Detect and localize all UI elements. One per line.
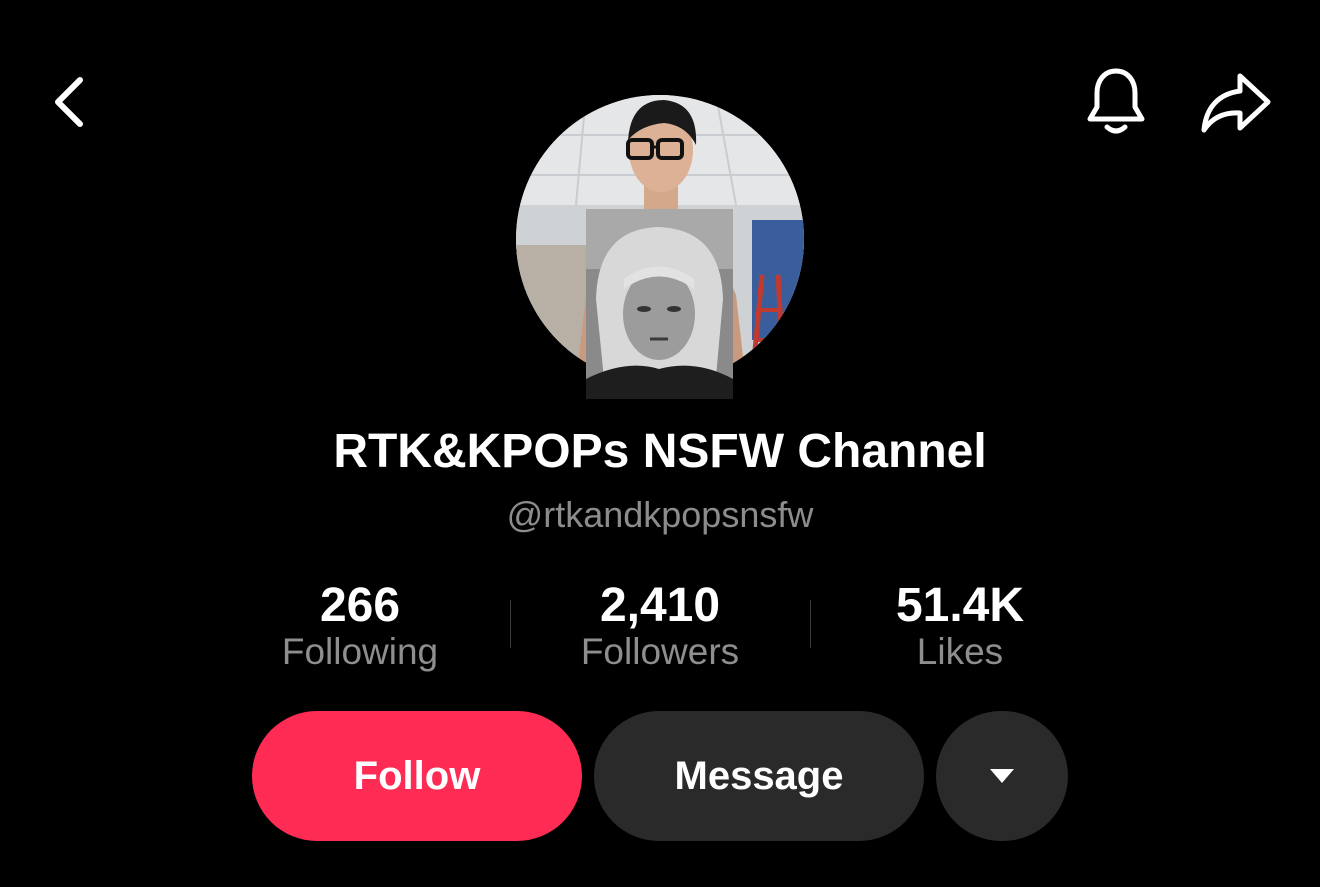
share-arrow-icon	[1201, 73, 1271, 133]
profile-display-name: RTK&KPOPs NSFW Channel	[333, 425, 987, 478]
stat-following-label: Following	[281, 631, 439, 672]
stat-following-value: 266	[319, 579, 401, 632]
more-options-button[interactable]	[936, 711, 1068, 841]
notifications-button[interactable]	[1080, 64, 1152, 140]
share-button[interactable]	[1196, 64, 1276, 140]
chevron-left-icon	[55, 77, 83, 127]
follow-button[interactable]: Follow	[252, 711, 582, 841]
stat-likes-label: Likes	[916, 631, 1004, 672]
stat-likes-value: 51.4K	[895, 579, 1025, 632]
message-button[interactable]: Message	[594, 711, 924, 841]
caret-down-icon	[990, 769, 1014, 783]
stat-following[interactable]: 266 Following	[230, 578, 490, 674]
stat-divider	[810, 600, 811, 648]
stat-followers-label: Followers	[580, 631, 740, 672]
stat-followers[interactable]: 2,410 Followers	[530, 578, 790, 674]
profile-handle: @rtkandkpopsnsfw	[506, 494, 814, 535]
stat-divider	[510, 600, 511, 648]
avatar-overlay-photo	[586, 209, 733, 399]
stat-likes[interactable]: 51.4K Likes	[830, 578, 1090, 674]
stat-followers-value: 2,410	[599, 579, 721, 632]
bell-icon	[1087, 68, 1145, 134]
back-button[interactable]	[40, 68, 96, 136]
overlay-portrait-image	[586, 209, 733, 399]
